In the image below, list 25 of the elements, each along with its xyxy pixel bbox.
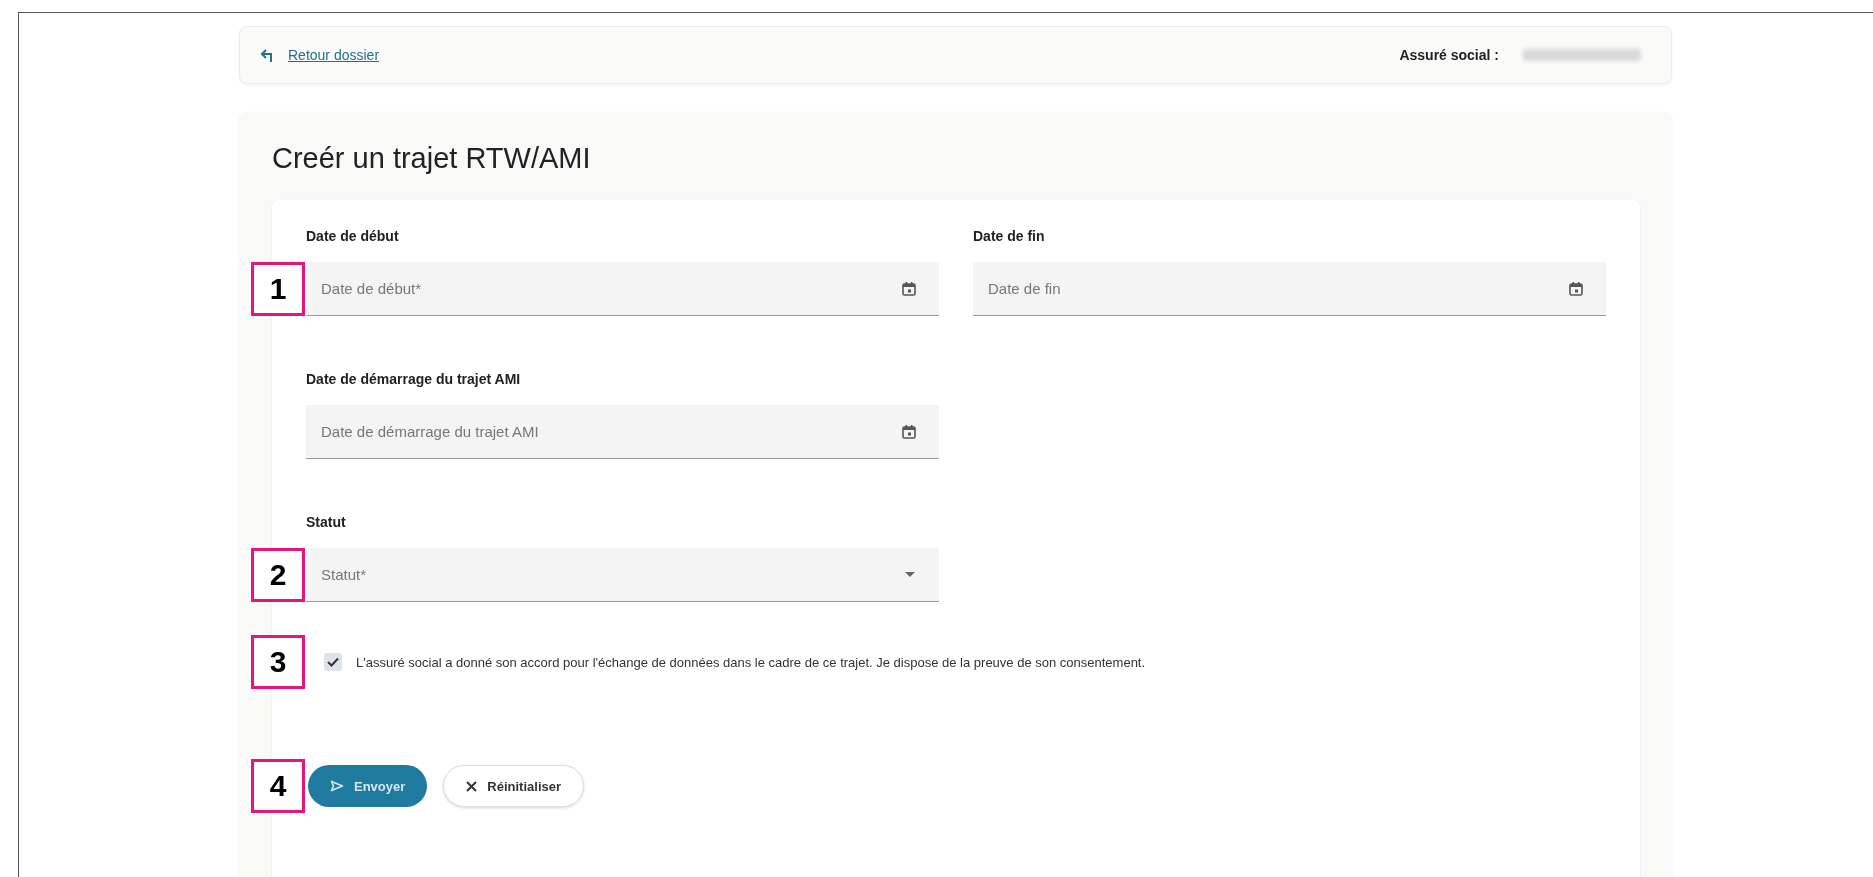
- checkbox[interactable]: [324, 653, 342, 671]
- callout-number: 1: [251, 262, 305, 316]
- send-button[interactable]: Envoyer: [308, 765, 428, 807]
- date-field[interactable]: Date de démarrage du trajet AMI: [306, 405, 939, 459]
- consent-text: L'assuré social a donné son accord pour l'échange de données dans le cadre de ce trajet. Je dispose de la preuve de son consentement.: [356, 654, 1146, 670]
- field-label: Date de début: [306, 228, 400, 244]
- callout-number: 3: [251, 635, 305, 689]
- field-label: Date de démarrage du trajet AMI: [306, 371, 522, 387]
- date-field[interactable]: Date de fin: [973, 262, 1606, 316]
- insured-label: Assuré social :: [1399, 47, 1499, 63]
- field-label: Statut: [306, 514, 347, 530]
- callout-number: 4: [251, 759, 305, 813]
- select-field[interactable]: Statut*: [306, 548, 939, 602]
- close-icon: [466, 780, 478, 792]
- calendar-icon: [901, 280, 917, 297]
- calendar-icon: [901, 423, 917, 440]
- calendar-icon: [1568, 280, 1584, 297]
- callout-number: 2: [251, 548, 305, 602]
- field-label: Date de fin: [973, 228, 1046, 244]
- send-icon: [330, 780, 344, 792]
- date-field[interactable]: Date de début*: [306, 262, 939, 316]
- page-title: Creér un trajet RTW/AMI: [272, 142, 592, 175]
- dropdown-caret-icon: [905, 571, 915, 578]
- reset-button[interactable]: Réinitialiser: [443, 765, 584, 807]
- back-link[interactable]: Retour dossier: [288, 47, 380, 63]
